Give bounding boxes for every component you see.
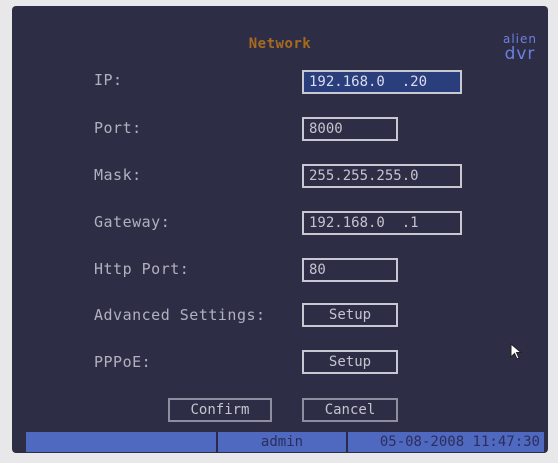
network-dialog: Network alien dvr — [12, 6, 548, 453]
dialog-title: Network — [248, 36, 312, 52]
status-bar: admin 05-08-2008 11:47:30 — [26, 432, 544, 452]
ip-label: IP: — [94, 71, 123, 89]
gateway-label: Gateway: — [94, 213, 171, 231]
logo-line2: dvr — [504, 44, 536, 64]
advanced-settings-label: Advanced Settings: — [94, 306, 266, 324]
http-port-label: Http Port: — [94, 260, 190, 278]
advanced-setup-button[interactable]: Setup — [302, 303, 398, 327]
gateway-field[interactable]: 192.168.0 .1 — [302, 211, 462, 235]
confirm-button[interactable]: Confirm — [168, 398, 272, 422]
status-datetime: 05-08-2008 11:47:30 — [379, 434, 540, 450]
port-label: Port: — [94, 119, 142, 137]
mask-field[interactable]: 255.255.255.0 — [302, 164, 462, 188]
alien-dvr-logo: alien dvr — [497, 33, 543, 67]
status-user: admin — [218, 432, 348, 452]
port-field[interactable]: 8000 — [302, 117, 398, 141]
cancel-button[interactable]: Cancel — [302, 398, 398, 422]
mouse-pointer-icon — [510, 343, 523, 360]
status-segment-blank — [26, 432, 218, 452]
ip-field[interactable]: 192.168.0 .20 — [302, 70, 462, 94]
http-port-field[interactable]: 80 — [302, 258, 398, 282]
mask-label: Mask: — [94, 166, 142, 184]
pppoe-setup-button[interactable]: Setup — [302, 350, 398, 374]
pppoe-label: PPPoE: — [94, 353, 152, 371]
